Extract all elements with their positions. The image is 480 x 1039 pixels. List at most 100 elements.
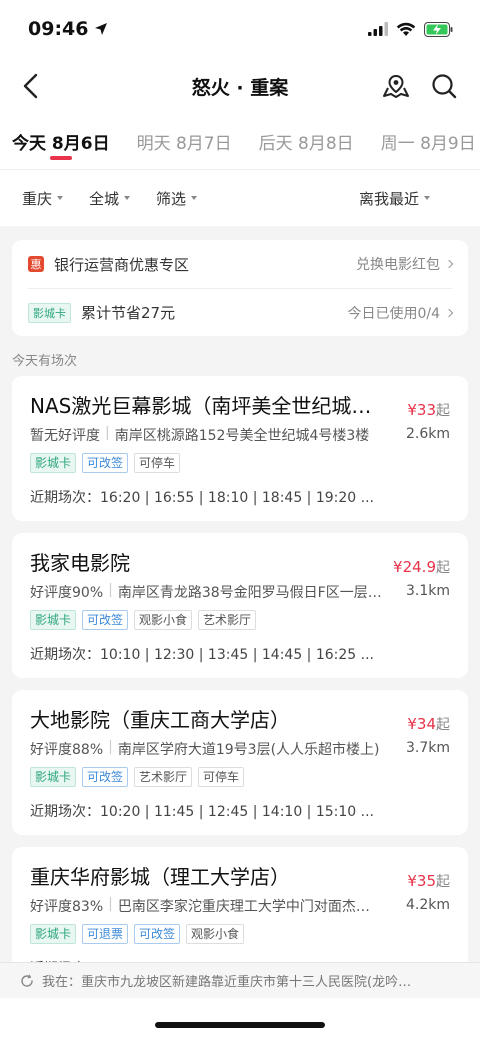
tag-cinema-card: 影城卡 <box>30 924 77 944</box>
chevron-right-icon <box>444 259 454 269</box>
caret-down-icon <box>57 196 64 200</box>
cinema-price: ¥33起 <box>407 400 450 420</box>
tag-art-hall: 艺术影厅 <box>198 610 257 630</box>
search-icon[interactable] <box>430 72 458 100</box>
status-time: 09:46 <box>28 18 108 40</box>
tag-cinema-card: 影城卡 <box>30 453 77 473</box>
price-suffix: 起 <box>436 874 450 890</box>
cinema-rating: 暂无好评度 <box>30 428 100 444</box>
date-tab-today[interactable]: 今天 8月6日 <box>12 114 110 169</box>
price-value: ¥33 <box>407 401 436 419</box>
date-tab-tomorrow[interactable]: 明天 8月7日 <box>137 114 232 169</box>
price-suffix: 起 <box>436 560 450 576</box>
cinema-card[interactable]: 大地影院（重庆工商大学店） ¥34起 好评度88% | 南岸区学府大道19号3层(人… <box>12 690 468 835</box>
date-tabs: 今天 8月6日 明天 8月7日 后天 8月8日 周一 8月9日 <box>0 114 480 170</box>
caret-down-icon <box>191 196 198 200</box>
current-location-bar[interactable]: 我在：重庆市九龙坡区新建路靠近重庆市第十三人民医院(龙吟… <box>0 962 480 998</box>
promo-card: 惠 银行运营商优惠专区 兑换电影红包 影城卡 累计节省27元 今日已使用0/4 <box>12 240 468 336</box>
refresh-icon[interactable] <box>20 973 34 988</box>
cinema-name: NAS激光巨幕影城（南坪美全世纪城店） <box>30 394 390 418</box>
current-location-text: 我在：重庆市九龙坡区新建路靠近重庆市第十三人民医院(龙吟… <box>42 975 412 990</box>
cinema-name: 重庆华府影城（理工大学店） <box>30 865 290 889</box>
cinema-tags: 影城卡 可退票 可改签 观影小食 <box>30 924 450 944</box>
cinema-rating: 好评度88% <box>30 742 104 758</box>
cinema-address: 南岸区桃源路152号美全世纪城4号楼3楼 <box>114 428 370 444</box>
filter-sort[interactable]: 离我最近 <box>359 188 430 209</box>
price-value: ¥24.9 <box>393 558 436 576</box>
tag-changeable: 可改签 <box>82 610 129 630</box>
separator: | <box>108 896 113 912</box>
home-indicator[interactable] <box>155 1022 325 1028</box>
cinema-name: 大地影院（重庆工商大学店） <box>30 708 290 732</box>
filter-bar: 重庆 全城 筛选 离我最近 <box>0 170 480 226</box>
filter-more[interactable]: 筛选 <box>156 188 198 209</box>
caret-down-icon <box>124 196 131 200</box>
filter-region-label: 重庆 <box>22 189 53 208</box>
savings-text: 累计节省27元 <box>81 304 176 322</box>
price-suffix: 起 <box>436 717 450 733</box>
cinema-name: 我家电影院 <box>30 551 130 575</box>
home-indicator-area <box>0 998 480 1039</box>
cinema-distance: 3.7km <box>405 740 450 756</box>
separator: | <box>105 425 110 441</box>
cinema-distance: 2.6km <box>405 426 450 442</box>
filter-city[interactable]: 全城 <box>89 188 131 209</box>
wifi-icon <box>396 22 416 36</box>
cinema-tags: 影城卡 可改签 观影小食 艺术影厅 <box>30 610 450 630</box>
section-label: 今天有场次 <box>12 354 78 369</box>
status-bar: 09:46 <box>0 0 480 58</box>
cinema-rating: 好评度90% <box>30 585 104 601</box>
back-arrow-icon[interactable] <box>18 72 46 100</box>
separator: | <box>108 739 113 755</box>
cinema-price: ¥34起 <box>407 714 450 734</box>
cinema-card[interactable]: 我家电影院 ¥24.9起 好评度90% | 南岸区青龙路38号金阳罗马假日F区一层…… <box>12 533 468 678</box>
nav-bar: 怒火 · 重案 <box>0 58 480 114</box>
cinema-showtimes: 近期场次：10:20 | 11:45 | 12:45 | 14:10 | 15:… <box>30 804 374 820</box>
battery-charging-icon <box>424 21 453 37</box>
map-location-icon[interactable] <box>382 72 410 100</box>
tag-refundable: 可退票 <box>82 924 129 944</box>
cinema-showtimes: 近期场次：10:10 | 12:30 | 13:45 | 14:45 | 16:… <box>30 647 374 663</box>
tag-changeable: 可改签 <box>82 453 129 473</box>
tag-cinema-card: 影城卡 <box>30 767 77 787</box>
date-tab-monday[interactable]: 周一 8月9日 <box>381 114 476 169</box>
filter-region[interactable]: 重庆 <box>22 188 64 209</box>
cinema-rating: 好评度83% <box>30 899 104 915</box>
tag-art-hall: 艺术影厅 <box>134 767 193 787</box>
tag-snacks: 观影小食 <box>186 924 245 944</box>
cinema-card[interactable]: NAS激光巨幕影城（南坪美全世纪城店） ¥33起 暂无好评度 | 南岸区桃源路152… <box>12 376 468 521</box>
status-icons <box>368 21 454 37</box>
bank-promo-action: 兑换电影红包 <box>356 257 440 273</box>
cinema-card-tag: 影城卡 <box>28 302 71 323</box>
tag-changeable: 可改签 <box>134 924 181 944</box>
cellular-signal-icon <box>368 22 388 36</box>
cinema-price: ¥24.9起 <box>393 557 450 577</box>
tag-parking: 可停车 <box>134 453 181 473</box>
cinema-address: 南岸区青龙路38号金阳罗马假日F区一层… <box>117 585 382 601</box>
price-value: ¥35 <box>407 872 436 890</box>
cinema-distance: 3.1km <box>405 583 450 599</box>
cinema-distance: 4.2km <box>405 897 450 913</box>
discount-badge-icon: 惠 <box>28 256 44 272</box>
filter-sort-label: 离我最近 <box>358 189 419 208</box>
cinema-tags: 影城卡 可改签 可停车 <box>30 453 450 473</box>
cinema-price: ¥35起 <box>407 871 450 891</box>
tag-parking: 可停车 <box>198 767 245 787</box>
price-suffix: 起 <box>436 403 450 419</box>
caret-down-icon <box>424 196 430 200</box>
tag-changeable: 可改签 <box>82 767 129 787</box>
bank-promo-title: 银行运营商优惠专区 <box>54 255 190 274</box>
filter-city-label: 全城 <box>89 189 120 208</box>
tag-snacks: 观影小食 <box>134 610 193 630</box>
card-savings-row[interactable]: 影城卡 累计节省27元 今日已使用0/4 <box>28 288 454 336</box>
cinema-address: 南岸区学府大道19号3层(人人乐超市楼上) <box>117 742 380 758</box>
location-arrow-icon <box>95 23 108 35</box>
filter-more-label: 筛选 <box>156 189 187 208</box>
date-tab-day-after[interactable]: 后天 8月8日 <box>259 114 354 169</box>
bank-promo-row[interactable]: 惠 银行运营商优惠专区 兑换电影红包 <box>28 240 454 288</box>
cinema-tags: 影城卡 可改签 艺术影厅 可停车 <box>30 767 450 787</box>
cinema-address: 巴南区李家沱重庆理工大学中门对面杰… <box>117 899 370 915</box>
price-value: ¥34 <box>407 715 436 733</box>
tag-cinema-card: 影城卡 <box>30 610 77 630</box>
cinema-showtimes: 近期场次：16:20 | 16:55 | 18:10 | 18:45 | 19:… <box>30 490 374 506</box>
